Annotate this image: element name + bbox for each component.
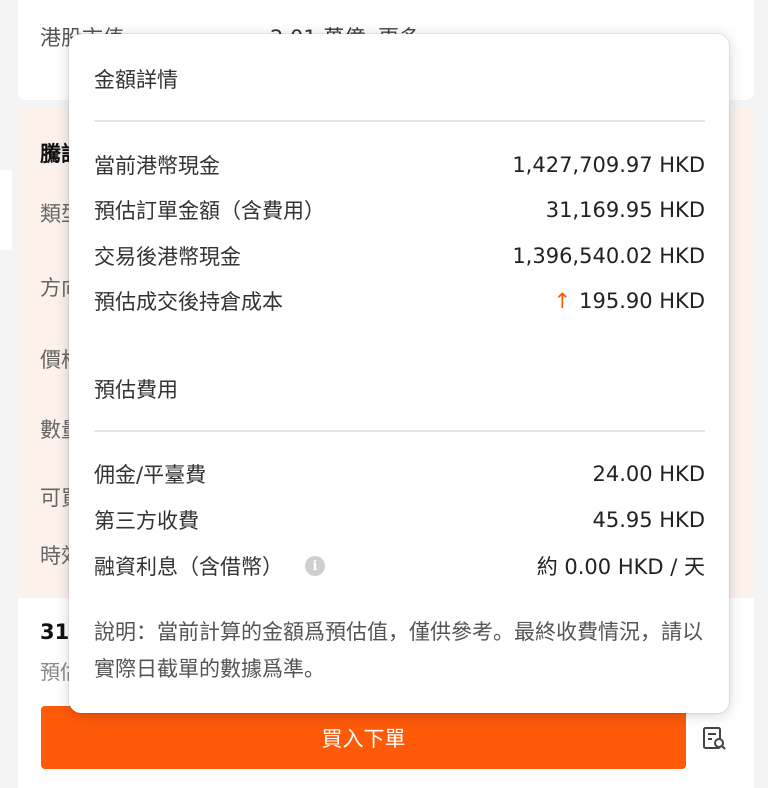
divider <box>94 120 705 122</box>
amount-details-popover: 金額詳情 當前港幣現金 1,427,709.97 HKD 預估訂單金額（含費用）… <box>69 34 729 713</box>
estimated-position-cost-row: 預估成交後持倉成本 ↑ 195.90 HKD <box>94 286 705 316</box>
row-value: 195.90 HKD <box>579 289 705 313</box>
row-label-wrap: 融資利息（含借幣） i <box>94 551 325 581</box>
row-label: 預估成交後持倉成本 <box>94 290 283 314</box>
row-value: 約 0.00 HKD / 天 <box>536 555 705 579</box>
info-icon[interactable]: i <box>305 556 325 576</box>
row-label: 交易後港幣現金 <box>94 245 241 269</box>
commission-row: 佣金/平臺費 24.00 HKD <box>94 459 705 489</box>
row-label: 第三方收費 <box>94 509 199 533</box>
post-trade-hkd-cash-row: 交易後港幣現金 1,396,540.02 HKD <box>94 241 705 271</box>
row-value: 24.00 HKD <box>592 462 705 486</box>
row-value: 31,169.95 HKD <box>545 198 705 222</box>
arrow-up-icon: ↑ <box>553 289 572 313</box>
row-value: 1,427,709.97 HKD <box>512 153 705 177</box>
divider <box>94 430 705 432</box>
row-label: 融資利息（含借幣） <box>94 555 283 579</box>
disclaimer-note: 說明：當前計算的金額爲預估值，僅供參考。最終收費情況，請以實際日截單的數據爲準。 <box>94 620 703 681</box>
side-strip <box>0 170 12 250</box>
third-party-fee-row: 第三方收費 45.95 HKD <box>94 505 705 535</box>
order-amount: 31 <box>40 620 70 644</box>
row-value-wrap: ↑ 195.90 HKD <box>554 289 706 313</box>
row-label: 佣金/平臺費 <box>94 463 207 487</box>
order-preview-icon[interactable] <box>700 724 728 752</box>
current-hkd-cash-row: 當前港幣現金 1,427,709.97 HKD <box>94 150 705 180</box>
row-value: 1,396,540.02 HKD <box>512 244 705 268</box>
row-value: 45.95 HKD <box>592 508 705 532</box>
estimated-order-amount-row: 預估訂單金額（含費用） 31,169.95 HKD <box>94 195 705 225</box>
amount-details-title: 金額詳情 <box>94 68 178 92</box>
buy-order-button[interactable]: 買入下單 <box>41 706 686 769</box>
margin-interest-row: 融資利息（含借幣） i 約 0.00 HKD / 天 <box>94 551 705 581</box>
row-label: 當前港幣現金 <box>94 154 220 178</box>
row-label: 預估訂單金額（含費用） <box>94 199 325 223</box>
estimated-fees-title: 預估費用 <box>94 378 178 402</box>
